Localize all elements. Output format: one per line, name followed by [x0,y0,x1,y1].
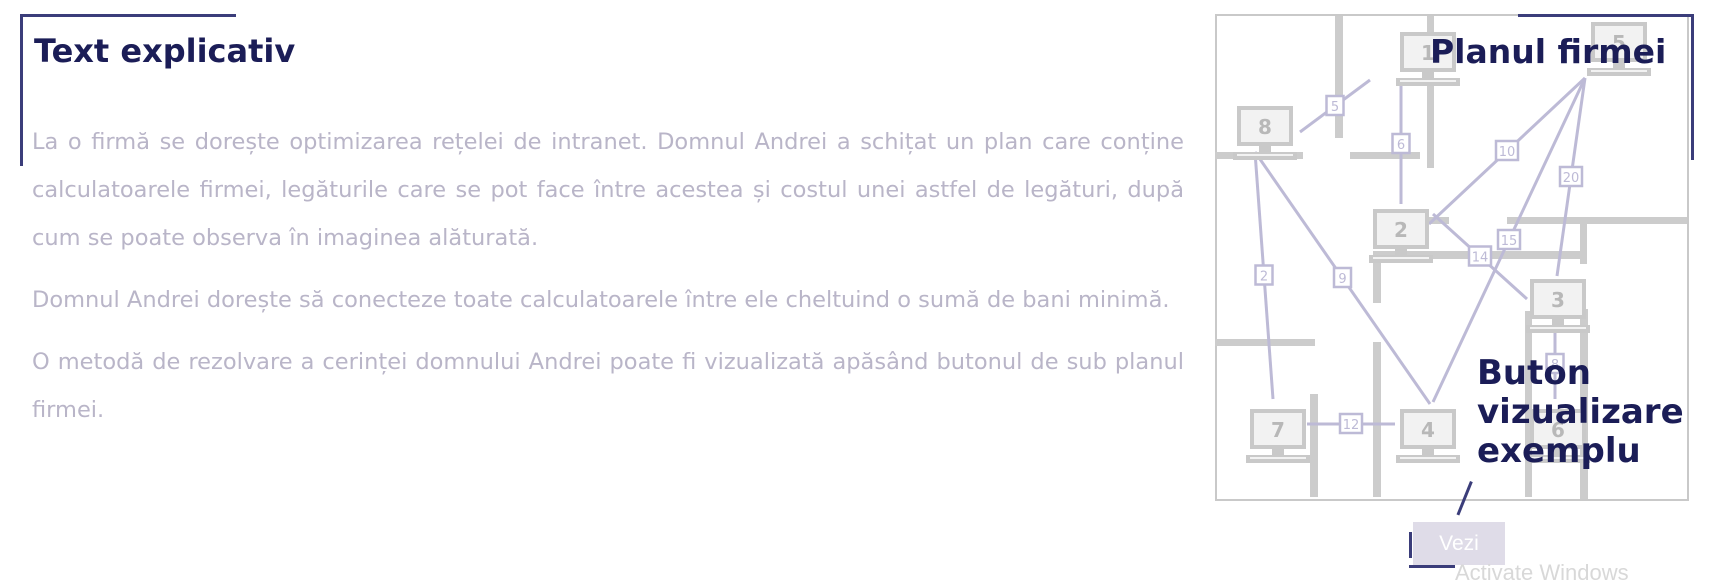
edge-cost-label: 20 [1563,171,1580,186]
computer-label: 2 [1394,218,1408,242]
plan-title: Planul firmei [1430,32,1667,71]
explanation-title: Text explicativ [34,32,296,70]
edge-cost-label: 12 [1343,418,1360,433]
computer-label: 8 [1258,115,1272,139]
explanation-text: La o firmă se dorește optimizarea rețele… [32,118,1184,448]
computer-4: 4 [1396,409,1460,463]
edge-cost-label: 2 [1260,270,1268,285]
callout-line: Buton [1477,353,1591,393]
computer-label: 7 [1271,418,1285,442]
edge-cost-label: 14 [1472,251,1489,266]
corner-bracket [1691,14,1694,160]
corner-bracket [1409,565,1455,568]
edge-cost-label: 5 [1331,100,1339,115]
corner-bracket [20,14,236,17]
corner-bracket [1518,14,1694,17]
paragraph: La o firmă se dorește optimizarea rețele… [32,129,1184,251]
paragraph: Domnul Andrei dorește să conecteze toate… [32,287,1170,313]
edge-cost-label: 15 [1501,234,1518,249]
callout-line: exemplu [1477,431,1641,471]
callout-line: vizualizare [1477,392,1684,432]
edge-cost-label: 6 [1397,138,1405,153]
computer-7: 7 [1246,409,1310,463]
activation-watermark: Activate Windows [1455,560,1629,585]
edge-cost-label: 10 [1499,145,1516,160]
corner-bracket [1409,532,1412,558]
edge-cost-label: 9 [1338,272,1346,287]
explanation-panel: Text explicativ La o firmă se dorește op… [20,14,1184,544]
computer-8: 8 [1233,106,1297,160]
corner-bracket [20,14,23,166]
computer-label: 4 [1421,418,1435,442]
paragraph: O metodă de rezolvare a cerinței domnulu… [32,349,1184,423]
computer-label: 3 [1551,288,1565,312]
view-example-button[interactable]: Vezi [1413,522,1505,565]
plan-panel: 5 6 10 15 20 14 2 9 12 8 12345678 Planul firmei B… [1215,14,1694,585]
button-callout: Buton vizualizare exemplu [1477,354,1684,471]
